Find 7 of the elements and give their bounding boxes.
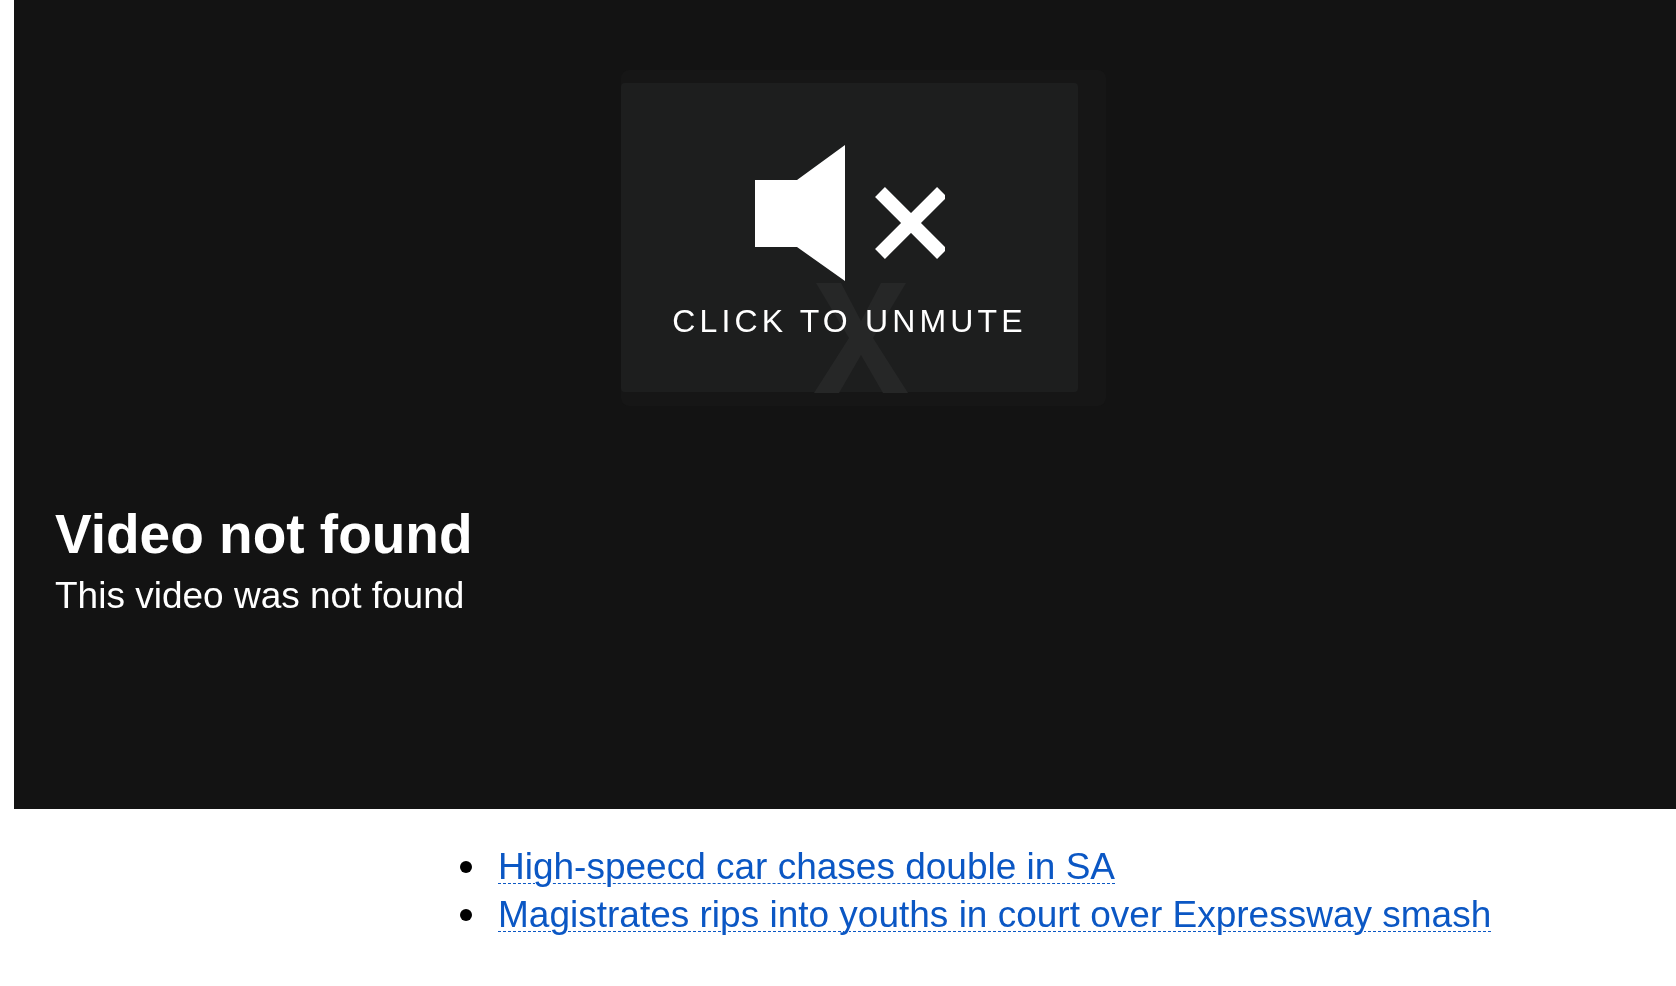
- error-title: Video not found: [55, 502, 473, 567]
- bullet-icon: [460, 909, 472, 921]
- bullet-icon: [460, 861, 472, 873]
- video-player[interactable]: CLICK TO UNMUTE Video not found This video was not found: [14, 0, 1676, 809]
- unmute-button[interactable]: CLICK TO UNMUTE: [621, 83, 1078, 392]
- muted-speaker-icon: [754, 145, 945, 281]
- error-message: This video was not found: [55, 573, 466, 618]
